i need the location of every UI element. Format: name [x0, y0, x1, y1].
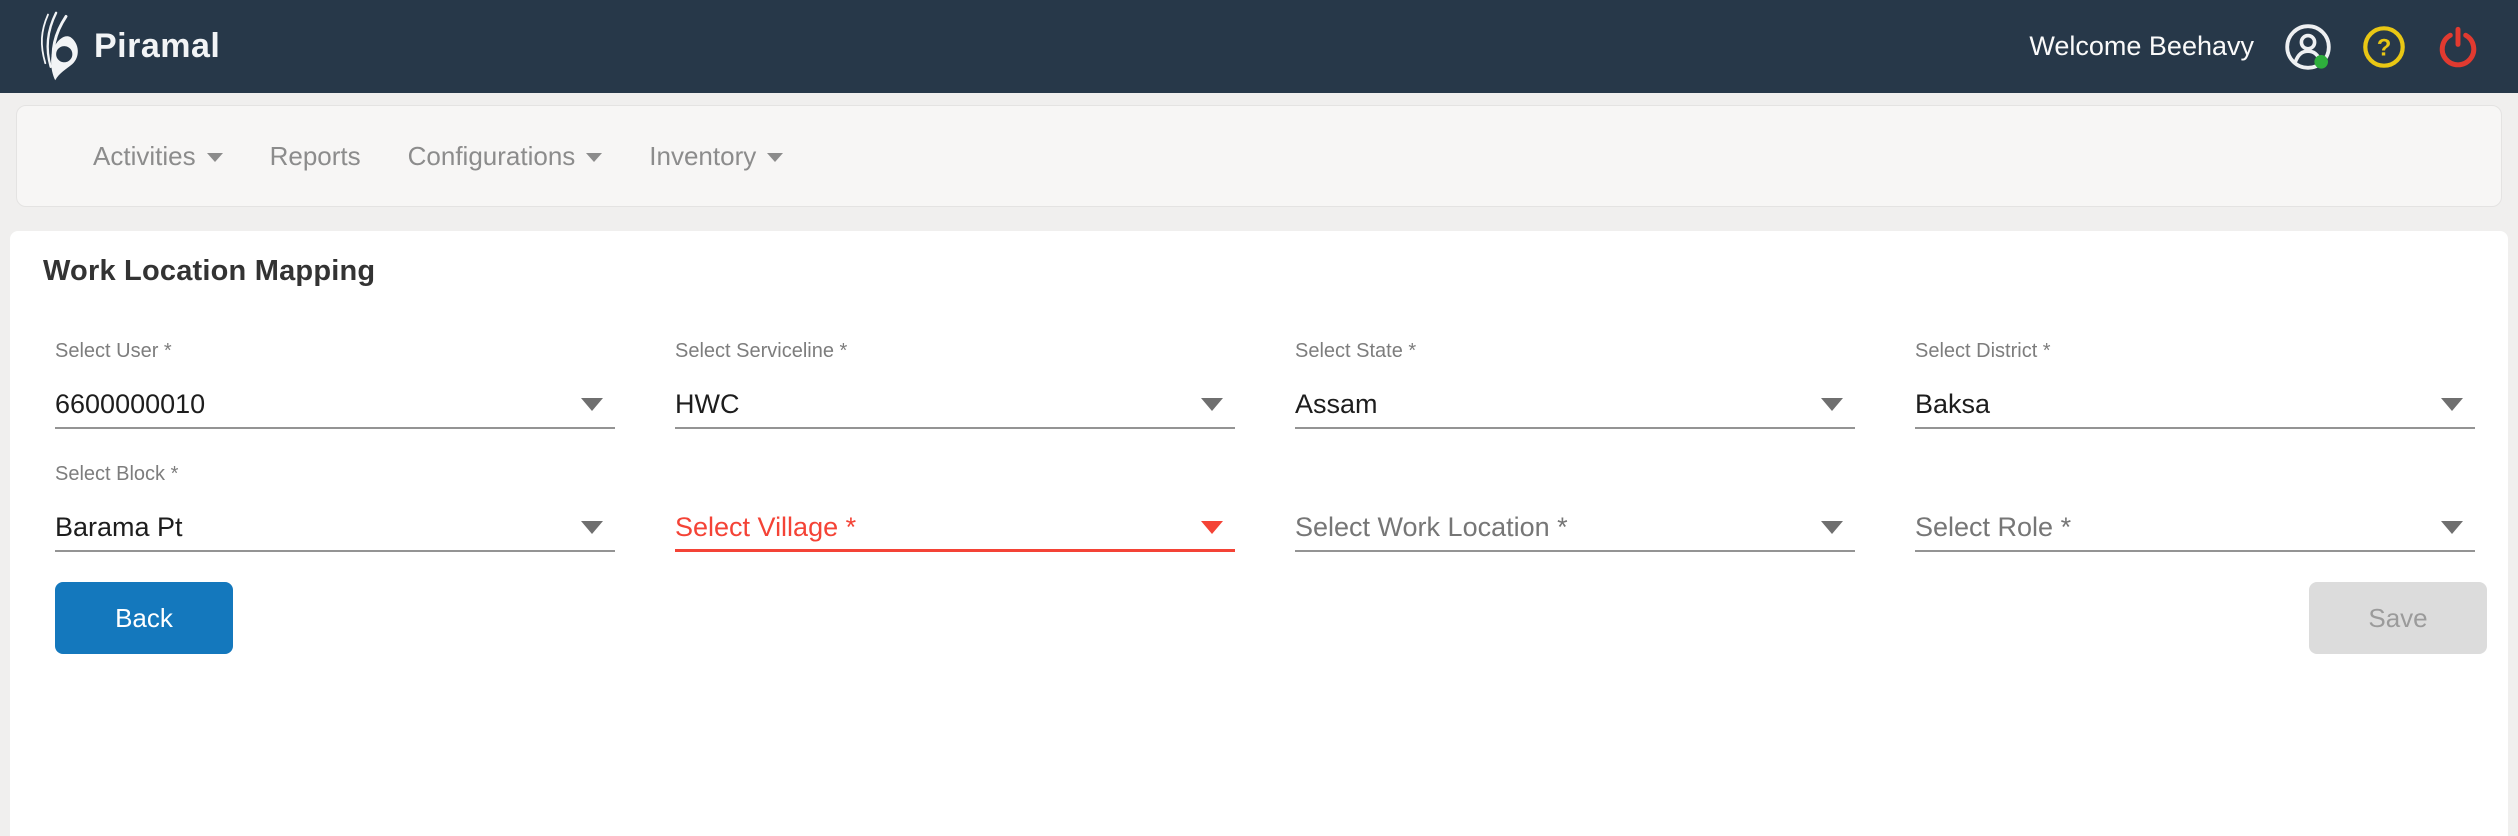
- app-header: Piramal Welcome Beehavy ?: [0, 0, 2518, 93]
- chevron-down-icon: [767, 153, 784, 162]
- field-value: Select Work Location *: [1295, 512, 1568, 542]
- form-actions: Back Save: [10, 582, 2508, 654]
- piramal-logo-icon: [30, 11, 84, 83]
- field-label: Select User *: [55, 340, 172, 362]
- header-right: Welcome Beehavy ?: [2029, 23, 2480, 71]
- page-title: Work Location Mapping: [43, 255, 376, 287]
- field-label: [675, 463, 1235, 488]
- select-user-field[interactable]: Select User * 6600000010: [55, 340, 615, 429]
- dropdown-arrow-icon: [1821, 521, 1843, 534]
- field-value: Select Role *: [1915, 512, 2072, 542]
- svg-text:?: ?: [2377, 34, 2392, 61]
- brand-name: Piramal: [94, 27, 221, 65]
- nav-item-label: Configurations: [407, 140, 576, 171]
- dropdown-arrow-icon: [2441, 398, 2463, 411]
- field-label: Select District *: [1915, 340, 2051, 362]
- select-block-field[interactable]: Select Block * Barama Pt: [55, 463, 615, 552]
- save-button[interactable]: Save: [2309, 582, 2487, 654]
- select-district-field[interactable]: Select District * Baksa: [1915, 340, 2475, 429]
- field-value: Select Village *: [675, 512, 857, 542]
- field-label: [1915, 463, 2475, 488]
- nav-item-reports[interactable]: Reports: [270, 141, 361, 172]
- work-location-form: Select User * 6600000010 Select Servicel…: [10, 340, 2508, 552]
- nav-item-inventory[interactable]: Inventory: [649, 140, 784, 172]
- dropdown-arrow-icon: [2441, 521, 2463, 534]
- nav-item-label: Reports: [269, 140, 361, 171]
- dropdown-arrow-icon: [581, 398, 603, 411]
- help-icon[interactable]: ?: [2362, 25, 2406, 69]
- field-value: Baksa: [1915, 389, 1991, 419]
- field-label: Select Block *: [55, 463, 179, 485]
- back-button[interactable]: Back: [55, 582, 233, 654]
- nav-item-label: Activities: [93, 140, 196, 171]
- power-icon[interactable]: [2436, 25, 2480, 69]
- content-card: Work Location Mapping Select User * 6600…: [10, 231, 2508, 836]
- field-value: 6600000010: [55, 389, 206, 419]
- chevron-down-icon: [586, 153, 603, 162]
- field-label: Select Serviceline *: [675, 340, 848, 362]
- dropdown-arrow-icon: [1201, 398, 1223, 411]
- nav-item-configurations[interactable]: Configurations: [408, 141, 603, 172]
- field-value: Barama Pt: [55, 512, 183, 542]
- select-role-field[interactable]: Select Role *: [1915, 463, 2475, 552]
- field-value: Assam: [1295, 389, 1378, 419]
- select-work-location-field[interactable]: Select Work Location *: [1295, 463, 1855, 552]
- select-village-field[interactable]: Select Village *: [675, 463, 1235, 552]
- welcome-text: Welcome Beehavy: [2029, 31, 2254, 61]
- nav-item-activities[interactable]: Activities: [93, 141, 223, 172]
- dropdown-arrow-icon: [581, 521, 603, 534]
- user-avatar-icon[interactable]: [2284, 23, 2332, 71]
- chevron-down-icon: [206, 153, 223, 162]
- dropdown-arrow-icon: [1821, 398, 1843, 411]
- dropdown-arrow-icon: [1201, 521, 1223, 534]
- main-nav: Activities Reports Configurations Invent…: [16, 105, 2502, 207]
- field-value: HWC: [675, 389, 740, 419]
- field-label: [1295, 463, 1855, 488]
- field-label: Select State *: [1295, 340, 1417, 362]
- select-serviceline-field[interactable]: Select Serviceline * HWC: [675, 340, 1235, 429]
- select-state-field[interactable]: Select State * Assam: [1295, 340, 1855, 429]
- nav-item-label: Inventory: [649, 140, 757, 171]
- piramal-logo[interactable]: Piramal: [30, 11, 220, 83]
